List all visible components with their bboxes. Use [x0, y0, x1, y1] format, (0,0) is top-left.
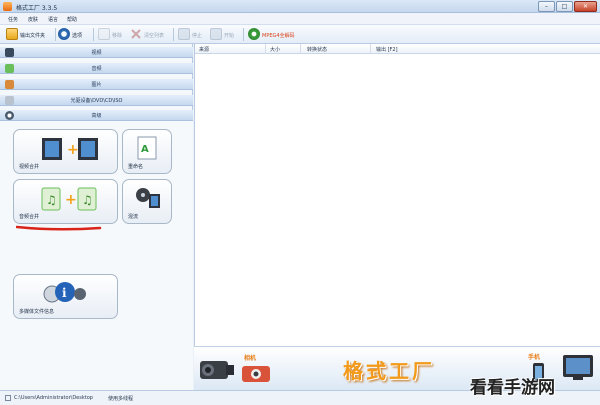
status-path[interactable]: C:\Users\Administrator\Desktop — [14, 395, 93, 401]
mpeg4-label: MPEG4全解码 — [262, 33, 295, 39]
stop-button[interactable]: 停止 — [178, 27, 206, 42]
audio-merge-icon: ♫ + ♫ — [41, 187, 97, 211]
remove-button[interactable]: 移除 — [98, 27, 128, 42]
column-divider — [370, 44, 371, 54]
camera-label: 相机 — [244, 355, 257, 362]
category-panel: 视频 音频 图片 光驱设备\DVD\CD\ISO 高级 + 视频合并 A 重命名… — [0, 44, 193, 390]
rename-icon: A — [137, 136, 157, 160]
stop-label: 停止 — [192, 33, 203, 39]
rename-tool[interactable]: A 重命名 — [122, 129, 172, 174]
red-underline-annotation — [16, 225, 102, 231]
media-info-tool[interactable]: i 多媒体文件信息 — [13, 274, 118, 319]
menu-skin[interactable]: 皮肤 — [28, 16, 38, 23]
video-merge-tool[interactable]: + 视频合并 — [13, 129, 118, 174]
remove-icon — [98, 28, 110, 40]
audio-merge-label: 音频合并 — [19, 214, 40, 220]
folder-status-icon — [5, 395, 11, 401]
svg-text:+: + — [67, 142, 79, 158]
menu-help[interactable]: 帮助 — [67, 16, 77, 23]
category-image[interactable]: 图片 — [0, 79, 193, 90]
media-info-label: 多媒体文件信息 — [19, 309, 55, 315]
output-folder-button[interactable]: 输出文件夹 — [6, 27, 54, 42]
clear-icon — [130, 28, 142, 40]
category-audio-label: 音频 — [91, 66, 102, 72]
category-advanced-label: 高级 — [91, 113, 102, 119]
options-label: 选项 — [72, 33, 83, 39]
column-output[interactable]: 输出 [F2] — [376, 46, 398, 53]
window-title: 格式工厂 3.3.5 — [16, 5, 58, 12]
mpeg4-icon — [248, 28, 260, 40]
category-video-label: 视频 — [91, 50, 102, 56]
menu-language[interactable]: 语言 — [48, 16, 58, 23]
title-bar: 格式工厂 3.3.5 – □ ✕ — [0, 0, 600, 13]
start-icon — [210, 28, 222, 40]
toolbar-separator — [93, 28, 94, 41]
advanced-tools-area: + 视频合并 A 重命名 ♫ + ♫ 音频合并 混流 i 多媒体文件信息 — [0, 121, 193, 390]
folder-icon — [6, 28, 18, 40]
output-folder-label: 输出文件夹 — [20, 33, 46, 39]
column-divider — [265, 44, 266, 54]
column-source[interactable]: 来源 — [199, 46, 209, 53]
menu-bar: 任务 皮肤 语言 帮助 — [0, 13, 600, 25]
svg-text:+: + — [65, 192, 77, 208]
video-merge-icon: + — [42, 138, 98, 160]
category-video[interactable]: 视频 — [0, 47, 193, 58]
close-button[interactable]: ✕ — [574, 1, 597, 12]
start-label: 开始 — [224, 33, 235, 39]
category-image-label: 图片 — [91, 82, 102, 88]
video-merge-label: 视频合并 — [19, 164, 40, 170]
file-list-panel[interactable]: 来源 大小 转换状态 输出 [F2] — [194, 44, 600, 346]
maximize-button[interactable]: □ — [556, 1, 573, 12]
minimize-button[interactable]: – — [538, 1, 555, 12]
toolbar-separator — [55, 28, 56, 41]
column-status[interactable]: 转换状态 — [307, 46, 327, 53]
svg-text:♫: ♫ — [46, 193, 57, 207]
svg-text:i: i — [62, 286, 67, 300]
category-rom-device[interactable]: 光驱设备\DVD\CD\ISO — [0, 95, 193, 106]
mpeg4-decoder-button[interactable]: MPEG4全解码 — [248, 27, 303, 42]
mix-stream-label: 混流 — [128, 214, 139, 220]
clear-list-label: 清空列表 — [144, 33, 165, 39]
remove-label: 移除 — [112, 33, 123, 39]
column-size[interactable]: 大小 — [270, 46, 280, 53]
svg-text:♫: ♫ — [82, 193, 93, 207]
file-list-header: 来源 大小 转换状态 输出 [F2] — [195, 44, 600, 54]
camera-icon — [242, 366, 270, 382]
mix-stream-tool[interactable]: 混流 — [122, 179, 172, 224]
category-audio[interactable]: 音频 — [0, 63, 193, 74]
svg-text:A: A — [141, 144, 149, 155]
media-info-icon: i — [43, 282, 86, 303]
app-icon — [3, 2, 12, 11]
tv-icon — [563, 355, 593, 380]
options-icon — [58, 28, 70, 40]
camcorder-icon — [200, 361, 234, 379]
toolbar: 输出文件夹 选项 移除 清空列表 停止 开始 MPEG4全解码 — [0, 25, 600, 44]
site-watermark: 看看手游网 — [470, 378, 555, 398]
clear-list-button[interactable]: 清空列表 — [130, 27, 170, 42]
menu-task[interactable]: 任务 — [8, 16, 18, 23]
stop-icon — [178, 28, 190, 40]
rename-label: 重命名 — [128, 164, 144, 170]
options-button[interactable]: 选项 — [58, 27, 86, 42]
phone-label: 手机 — [528, 354, 541, 361]
toolbar-separator — [173, 28, 174, 41]
category-advanced[interactable]: 高级 — [0, 110, 193, 121]
audio-merge-tool[interactable]: ♫ + ♫ 音频合并 — [13, 179, 118, 224]
start-button[interactable]: 开始 — [210, 27, 240, 42]
multithread-status[interactable]: 使用多线程 — [108, 395, 133, 402]
category-rom-label: 光驱设备\DVD\CD\ISO — [70, 98, 123, 104]
column-divider — [300, 44, 301, 54]
mix-stream-icon — [136, 188, 160, 208]
x-mark-icon — [131, 29, 141, 39]
brand-logo-text: 格式工厂 — [343, 359, 435, 383]
toolbar-separator — [243, 28, 244, 41]
